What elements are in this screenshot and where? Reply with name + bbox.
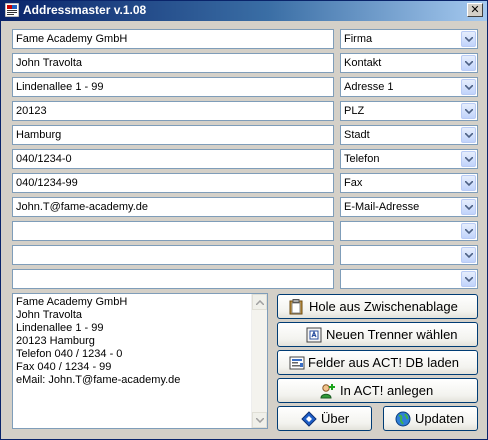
value-field-5[interactable]: Hamburg <box>12 125 334 145</box>
create-in-act-button[interactable]: In ACT! anlegen <box>277 378 478 403</box>
value-field-4[interactable]: 20123 <box>12 101 334 121</box>
value-field-3[interactable]: Lindenallee 1 - 99 <box>12 77 334 97</box>
value-field-7[interactable]: 040/1234-99 <box>12 173 334 193</box>
field-select-7[interactable]: Fax <box>340 173 478 193</box>
window-title: Addressmaster v.1.08 <box>23 3 147 17</box>
address-preview-text: Fame Academy GmbH John Travolta Lindenal… <box>16 296 180 387</box>
database-fields-icon <box>289 356 305 370</box>
memo-line: Fame Academy GmbH <box>16 296 128 308</box>
field-select-label: E-Mail-Adresse <box>344 201 420 213</box>
fetch-clipboard-button[interactable]: Hole aus Zwischenablage <box>277 294 478 319</box>
scroll-up-button[interactable] <box>252 294 267 310</box>
value-field-1[interactable]: Fame Academy GmbH <box>12 29 334 49</box>
load-fields-label: Felder aus ACT! DB laden <box>308 355 460 370</box>
dropdown-arrow-icon[interactable] <box>461 151 476 167</box>
scroll-down-icon <box>256 418 264 423</box>
update-button[interactable]: Updaten <box>383 406 478 431</box>
dropdown-arrow-icon[interactable] <box>461 271 476 287</box>
memo-line: Telefon 040 / 1234 - 0 <box>16 348 123 360</box>
field-select-8[interactable]: E-Mail-Adresse <box>340 197 478 217</box>
choose-separator-label: Neuen Trenner wählen <box>326 327 458 342</box>
title-bar[interactable]: Addressmaster v.1.08 ✕ <box>1 1 487 21</box>
field-select-4[interactable]: PLZ <box>340 101 478 121</box>
field-select-label: PLZ <box>344 105 365 117</box>
about-button[interactable]: Über <box>277 406 372 431</box>
memo-line: Fax 040 / 1234 - 99 <box>16 361 112 373</box>
dropdown-arrow-icon[interactable] <box>461 55 476 71</box>
choose-separator-button[interactable]: Neuen Trenner wählen <box>277 322 478 347</box>
memo-line: John Travolta <box>16 309 83 321</box>
field-select-11[interactable] <box>340 269 478 289</box>
field-select-label: Kontakt <box>344 57 382 69</box>
about-label: Über <box>321 411 350 426</box>
field-select-label: Telefon <box>344 153 380 165</box>
globe-icon <box>395 411 411 427</box>
memo-line: Lindenallee 1 - 99 <box>16 322 104 334</box>
dropdown-arrow-icon[interactable] <box>461 103 476 119</box>
value-field-10[interactable] <box>12 245 334 265</box>
value-field-2[interactable]: John Travolta <box>12 53 334 73</box>
field-select-2[interactable]: Kontakt <box>340 53 478 73</box>
dropdown-arrow-icon[interactable] <box>461 175 476 191</box>
scroll-up-icon <box>256 300 264 305</box>
load-fields-button[interactable]: Felder aus ACT! DB laden <box>277 350 478 375</box>
app-icon <box>5 3 19 17</box>
create-in-act-label: In ACT! anlegen <box>340 383 434 398</box>
close-button[interactable]: ✕ <box>467 3 483 17</box>
clipboard-icon <box>289 299 303 315</box>
dropdown-arrow-icon[interactable] <box>461 79 476 95</box>
value-field-6[interactable]: 040/1234-0 <box>12 149 334 169</box>
memo-line: eMail: John.T@fame-academy.de <box>16 374 181 386</box>
dropdown-arrow-icon[interactable] <box>461 199 476 215</box>
info-diamond-icon <box>301 411 317 427</box>
update-label: Updaten <box>415 411 465 426</box>
separator-icon <box>306 327 322 343</box>
dropdown-arrow-icon[interactable] <box>461 247 476 263</box>
vertical-scrollbar[interactable] <box>251 294 267 428</box>
field-select-label: Firma <box>344 33 373 45</box>
value-field-9[interactable] <box>12 221 334 241</box>
value-field-8[interactable]: John.T@fame-academy.de <box>12 197 334 217</box>
field-select-label: Adresse 1 <box>344 81 394 93</box>
field-select-5[interactable]: Stadt <box>340 125 478 145</box>
memo-line: 20123 Hamburg <box>16 335 95 347</box>
field-select-label: Fax <box>344 177 363 189</box>
dropdown-arrow-icon[interactable] <box>461 31 476 47</box>
add-contact-icon <box>320 384 335 399</box>
field-select-3[interactable]: Adresse 1 <box>340 77 478 97</box>
field-select-6[interactable]: Telefon <box>340 149 478 169</box>
value-field-11[interactable] <box>12 269 334 289</box>
dropdown-arrow-icon[interactable] <box>461 223 476 239</box>
close-icon: ✕ <box>470 3 480 16</box>
app-window: Addressmaster v.1.08 ✕ Fame Academy GmbH… <box>0 0 488 440</box>
address-preview-textarea[interactable]: Fame Academy GmbH John Travolta Lindenal… <box>12 293 268 429</box>
field-select-label: Stadt <box>344 129 370 141</box>
field-select-10[interactable] <box>340 245 478 265</box>
field-select-9[interactable] <box>340 221 478 241</box>
scroll-down-button[interactable] <box>252 412 267 428</box>
field-select-1[interactable]: Firma <box>340 29 478 49</box>
dropdown-arrow-icon[interactable] <box>461 127 476 143</box>
fetch-clipboard-label: Hole aus Zwischenablage <box>309 299 458 314</box>
